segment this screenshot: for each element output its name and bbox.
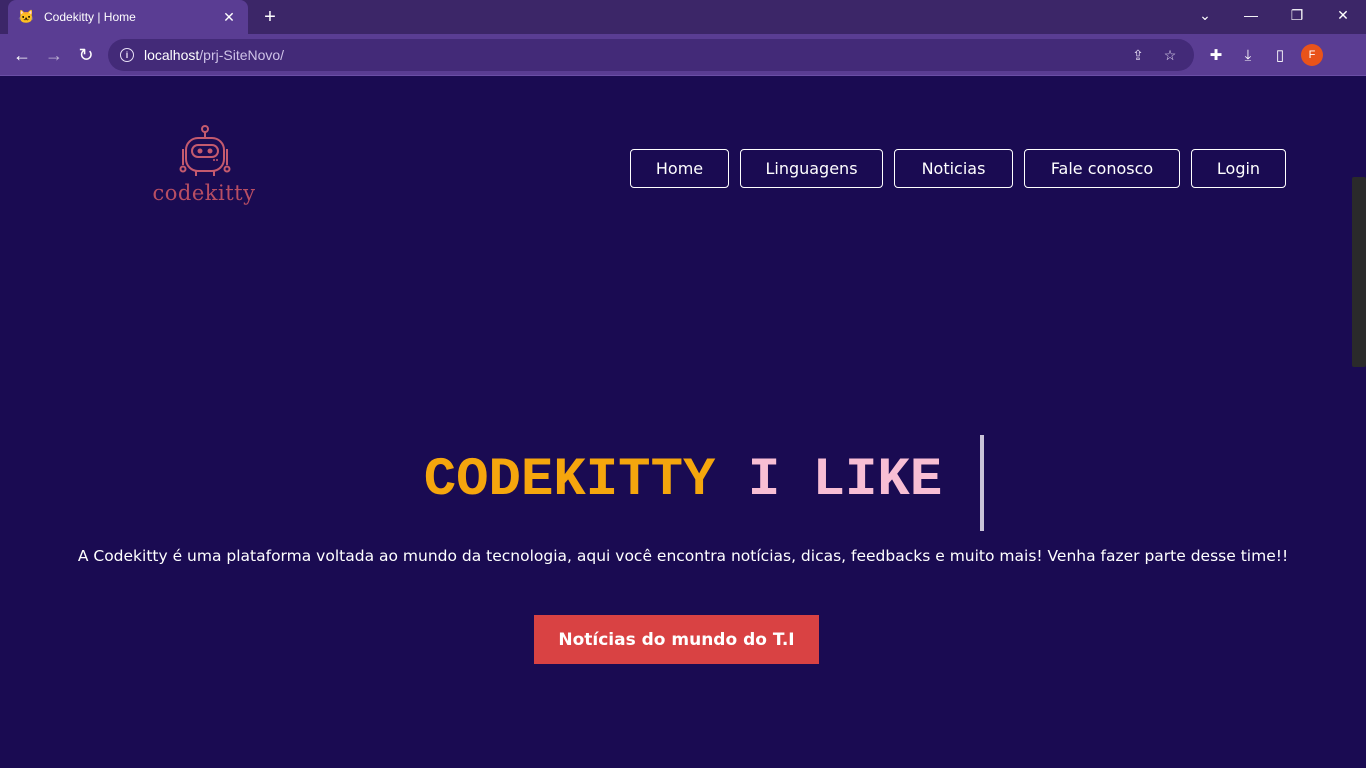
browser-toolbar: ← → ↻ i localhost/prj-SiteNovo/ ⇪ ☆ ✚ ⤓ …	[0, 34, 1366, 76]
downloads-icon[interactable]: ⤓	[1237, 44, 1259, 66]
hero-description: A Codekitty é uma plataforma voltada ao …	[77, 547, 1289, 565]
nav-noticias-button[interactable]: Noticias	[894, 149, 1013, 188]
site-info-icon[interactable]: i	[120, 48, 134, 62]
nav-fale-conosco-button[interactable]: Fale conosco	[1024, 149, 1180, 188]
news-cta-button[interactable]: Notícias do mundo do T.I	[534, 615, 819, 664]
nav-home-button[interactable]: Home	[630, 149, 729, 188]
bookmark-star-icon[interactable]: ☆	[1158, 47, 1182, 64]
share-icon[interactable]: ⇪	[1126, 47, 1150, 64]
scrollbar-thumb[interactable]	[1352, 177, 1366, 367]
url-host: localhost	[144, 47, 200, 63]
url-text[interactable]: localhost/prj-SiteNovo/	[144, 47, 1118, 63]
restore-button[interactable]: ❐	[1274, 0, 1320, 30]
typing-caret	[980, 435, 984, 531]
tab-close-icon[interactable]: ✕	[220, 9, 238, 26]
extensions-puzzle-icon[interactable]: ✚	[1205, 44, 1227, 66]
hero-title: CODEKITTY I LIKE	[0, 451, 1366, 511]
new-tab-button[interactable]: +	[259, 6, 281, 28]
page-content: codekitty Home Linguagens Noticias Fale …	[0, 77, 1366, 768]
robot-cat-logo-icon	[179, 125, 231, 176]
logo-wordmark: codekitty	[152, 181, 256, 205]
tab-search-button[interactable]: ⌄	[1182, 0, 1228, 30]
reload-button[interactable]: ↻	[74, 43, 98, 67]
back-button[interactable]: ←	[10, 43, 34, 67]
hero-title-brand: CODEKITTY	[423, 450, 716, 511]
tab-title: Codekitty | Home	[44, 10, 136, 24]
close-window-button[interactable]: ✕	[1320, 0, 1366, 30]
cat-favicon-icon: 🐱	[18, 9, 35, 24]
hero-title-typed: I LIKE	[747, 450, 943, 511]
nav-linguagens-button[interactable]: Linguagens	[740, 149, 883, 188]
forward-button[interactable]: →	[42, 43, 66, 67]
side-panel-icon[interactable]: ▯	[1269, 44, 1291, 66]
browser-tab-bar: 🐱 Codekitty | Home ✕ + ⌄ — ❐ ✕	[0, 0, 1366, 34]
minimize-button[interactable]: —	[1228, 0, 1274, 30]
site-logo[interactable]: codekitty	[146, 123, 262, 209]
nav-login-button[interactable]: Login	[1191, 149, 1286, 188]
browser-tab[interactable]: 🐱 Codekitty | Home ✕	[8, 0, 248, 34]
address-bar[interactable]: i localhost/prj-SiteNovo/ ⇪ ☆	[108, 39, 1194, 71]
url-path: /prj-SiteNovo/	[199, 47, 285, 63]
profile-avatar[interactable]: F	[1301, 44, 1323, 66]
